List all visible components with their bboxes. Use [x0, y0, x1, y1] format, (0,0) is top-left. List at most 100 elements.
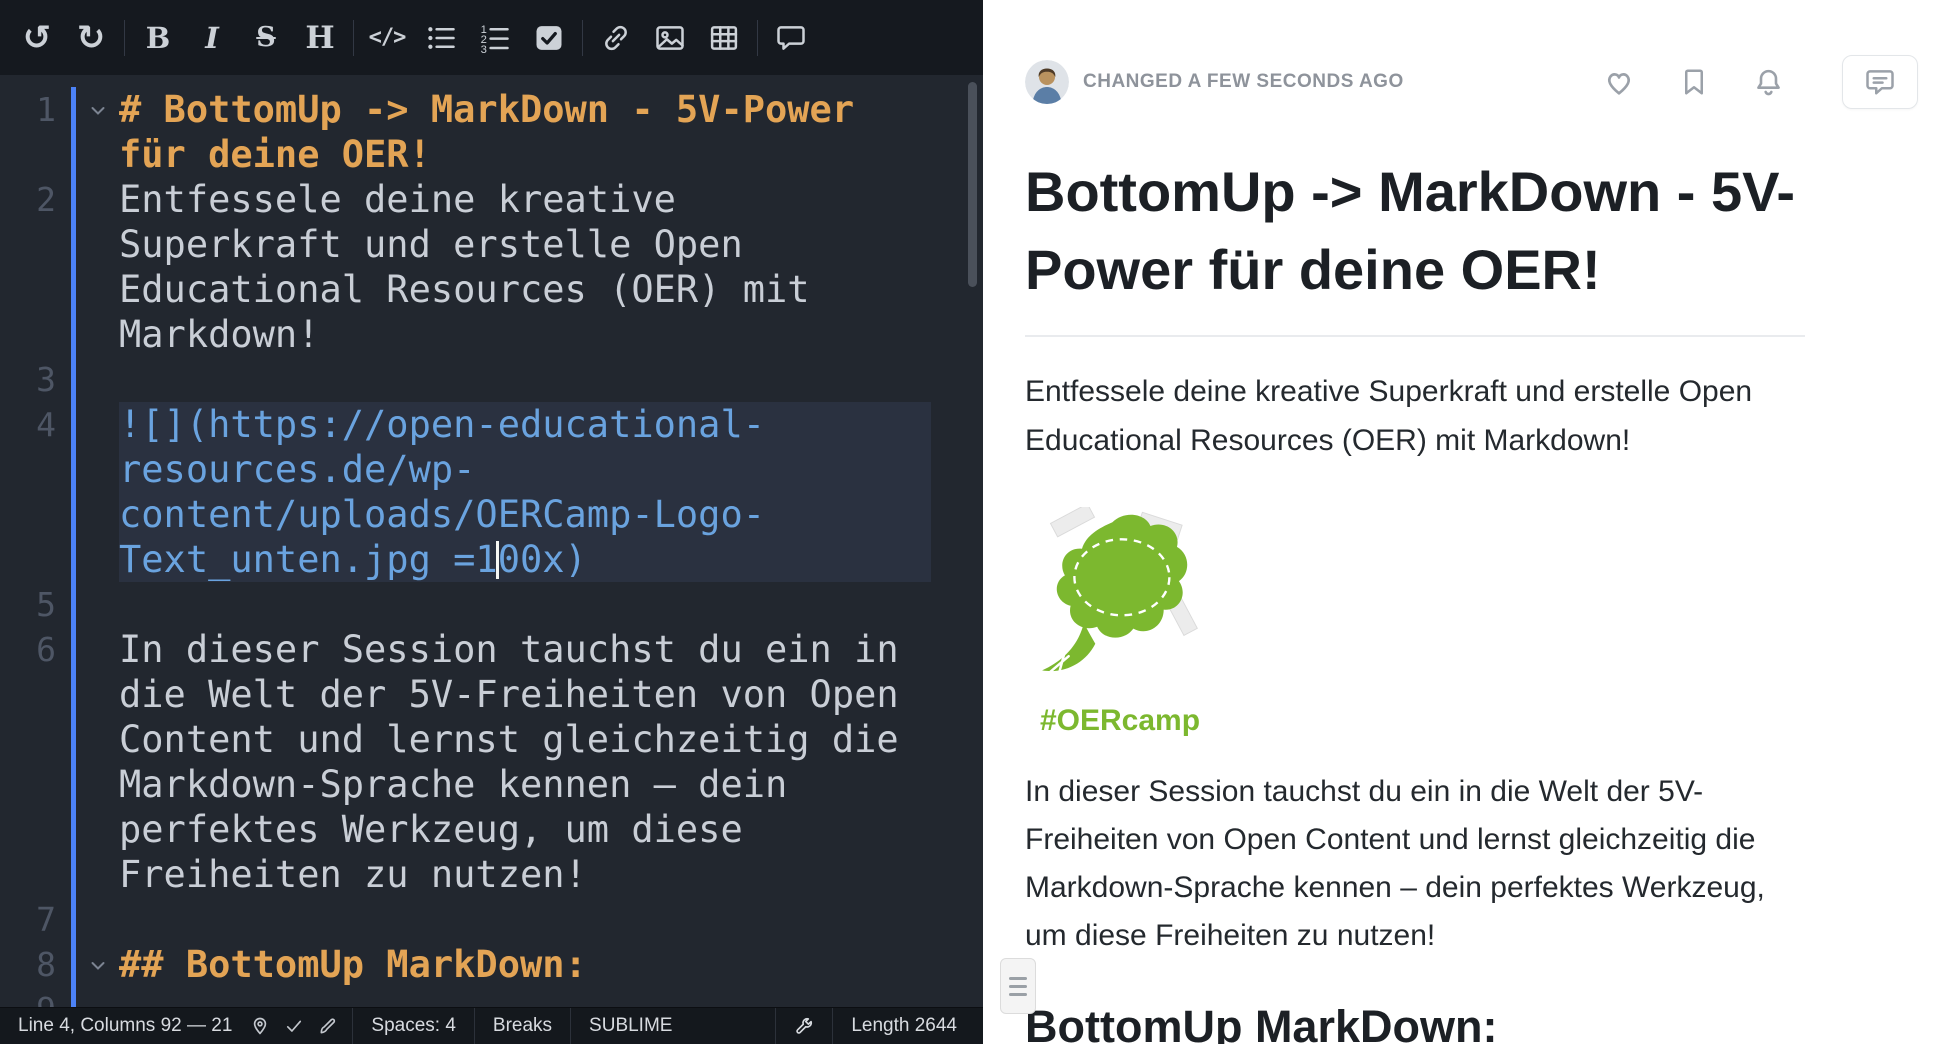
italic-button[interactable]: I	[185, 0, 239, 75]
subscribe-button[interactable]	[1753, 67, 1784, 98]
fold-gutter	[76, 402, 119, 582]
bookmark-button[interactable]	[1679, 67, 1709, 97]
toolbar-separator	[582, 20, 583, 56]
line-number: 4	[0, 402, 66, 582]
oercamp-logo: #OERcamp	[1025, 507, 1215, 738]
bell-icon	[1753, 67, 1784, 98]
fold-gutter	[76, 897, 119, 942]
comments-panel-button[interactable]	[1842, 55, 1918, 109]
toolbar-separator	[353, 20, 354, 56]
link-icon	[601, 23, 631, 53]
indent-setting[interactable]: Spaces: 4	[353, 1008, 474, 1044]
app-window: ↺ ↻ B I S H </> 123	[0, 0, 1938, 1044]
table-icon	[709, 23, 739, 53]
rendered-document: BottomUp -> MarkDown - 5V-Power für dein…	[1025, 153, 1805, 1044]
code-icon: </>	[369, 25, 406, 50]
editor-line: 2 Entfessele deine kreative Superkraft u…	[0, 177, 983, 357]
chat-bubble-icon	[1865, 67, 1895, 97]
redo-icon: ↻	[77, 18, 106, 58]
check-icon[interactable]	[284, 1016, 304, 1036]
comment-button[interactable]	[764, 0, 818, 75]
italic-icon: I	[205, 21, 219, 55]
section-heading: BottomUp MarkDown:	[1025, 1000, 1805, 1044]
avatar-image	[1025, 60, 1069, 104]
line-number: 2	[0, 177, 66, 357]
scissors-icon	[1036, 651, 1069, 690]
editor-line: 8 ## BottomUp MarkDown:	[0, 942, 983, 987]
code-line-text[interactable]: Entfessele deine kreative Superkraft und…	[119, 177, 931, 357]
editor-toolbar: ↺ ↻ B I S H </> 123	[0, 0, 983, 75]
markdown-editor-pane: ↺ ↻ B I S H </> 123	[0, 0, 983, 1044]
intro-paragraph: Entfessele deine kreative Superkraft und…	[1025, 367, 1805, 465]
linebreak-setting[interactable]: Breaks	[475, 1008, 570, 1044]
strikethrough-button[interactable]: S	[239, 0, 293, 75]
document-actions	[1603, 55, 1918, 109]
code-line-text[interactable]	[119, 897, 931, 942]
statusbar-icons	[250, 1016, 352, 1036]
session-paragraph: In dieser Session tauchst du ein in die …	[1025, 768, 1805, 960]
undo-icon: ↺	[23, 18, 52, 58]
editor-scrollbar[interactable]	[968, 82, 977, 287]
bullet-list-button[interactable]	[414, 0, 468, 75]
link-button[interactable]	[589, 0, 643, 75]
code-editor[interactable]: 1 # BottomUp -> MarkDown - 5V-Power für …	[0, 75, 983, 1007]
code-line-text[interactable]: ## BottomUp MarkDown:	[119, 942, 931, 987]
fold-gutter	[76, 177, 119, 357]
table-button[interactable]	[697, 0, 751, 75]
oercamp-logo-image	[1025, 507, 1215, 697]
fold-gutter[interactable]	[76, 942, 119, 987]
code-segment: ![](https://open-educational-resources.d…	[119, 403, 765, 581]
strikethrough-icon: S	[256, 22, 276, 53]
editor-line: 9	[0, 987, 983, 1007]
toolbar-separator	[124, 20, 125, 56]
avatar[interactable]	[1025, 60, 1069, 104]
fold-gutter[interactable]	[76, 87, 119, 177]
editor-line: 5	[0, 582, 983, 627]
bullet-list-icon	[426, 23, 456, 53]
code-segment: 00x)	[498, 538, 587, 581]
code-line-text[interactable]: In dieser Session tauchst du ein in die …	[119, 627, 931, 897]
line-number: 3	[0, 357, 66, 402]
bookmark-icon	[1679, 67, 1709, 97]
code-line-text[interactable]	[119, 357, 931, 402]
oercamp-logo-caption: #OERcamp	[1025, 704, 1215, 738]
editor-line-active: 4 ![](https://open-educational-resources…	[0, 402, 983, 582]
ordered-list-button[interactable]: 123	[468, 0, 522, 75]
svg-text:3: 3	[481, 44, 487, 53]
cursor-position: Line 4, Columns 92 — 21	[0, 1008, 250, 1044]
editor-line: 7	[0, 897, 983, 942]
fold-gutter	[76, 582, 119, 627]
line-number: 6	[0, 627, 66, 897]
split-drag-handle[interactable]	[1000, 958, 1036, 1014]
ordered-list-icon: 123	[480, 23, 510, 53]
preferences-button[interactable]	[776, 1008, 832, 1044]
task-list-icon	[534, 23, 564, 53]
line-number: 9	[0, 987, 66, 1007]
editor-statusbar: Line 4, Columns 92 — 21 Spaces: 4 Breaks…	[0, 1007, 983, 1044]
keymap-setting[interactable]: SUBLIME	[571, 1008, 690, 1044]
task-list-button[interactable]	[522, 0, 576, 75]
code-block-button[interactable]: </>	[360, 0, 414, 75]
fold-gutter	[76, 987, 119, 1007]
code-line-text[interactable]: # BottomUp -> MarkDown - 5V-Power für de…	[119, 87, 931, 177]
image-button[interactable]	[643, 0, 697, 75]
pane-divider	[983, 0, 1003, 1044]
bold-button[interactable]: B	[131, 0, 185, 75]
fold-gutter	[76, 627, 119, 897]
chevron-down-icon	[90, 959, 106, 972]
code-line-text[interactable]	[119, 987, 931, 1007]
title-divider	[1025, 335, 1805, 337]
undo-button[interactable]: ↺	[10, 0, 64, 75]
like-button[interactable]	[1603, 66, 1635, 98]
heading-button[interactable]: H	[293, 0, 347, 75]
last-changed-text: CHANGED A FEW SECONDS AGO	[1083, 71, 1404, 93]
location-pin-icon[interactable]	[250, 1016, 270, 1036]
brush-icon[interactable]	[318, 1016, 338, 1036]
document-title: BottomUp -> MarkDown - 5V-Power für dein…	[1025, 153, 1805, 309]
code-line-text[interactable]	[119, 582, 931, 627]
redo-button[interactable]: ↻	[64, 0, 118, 75]
document-info-bar: CHANGED A FEW SECONDS AGO	[1003, 0, 1938, 109]
line-number: 8	[0, 942, 66, 987]
line-number: 1	[0, 87, 66, 177]
code-line-text[interactable]: ![](https://open-educational-resources.d…	[119, 402, 931, 582]
